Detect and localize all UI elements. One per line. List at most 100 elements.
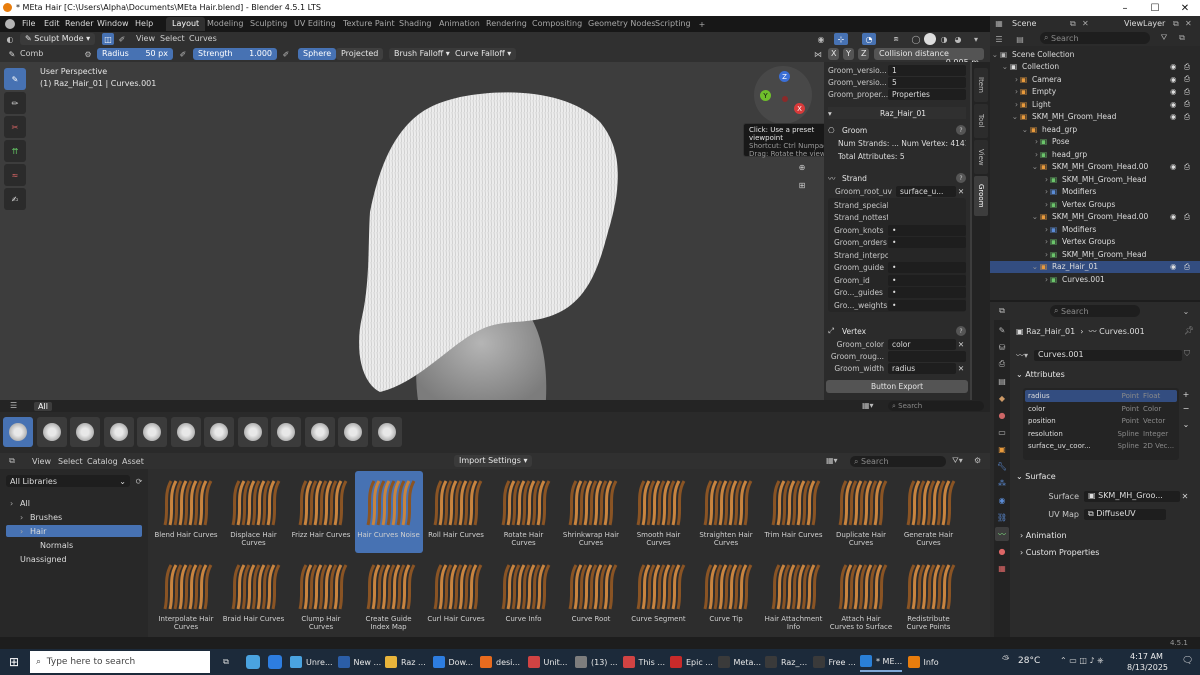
visibility-eye-icon[interactable]: ◉ [1170, 75, 1177, 84]
tab-physics-properties[interactable]: ◉ [995, 493, 1009, 507]
mode-selector[interactable]: ✎ Sculpt Mode ▾ [20, 33, 96, 45]
asset-item[interactable]: Curl Hair Curves [422, 555, 490, 637]
attribute-row[interactable]: surface_uv_coor... Spline 2D Vec... [1025, 440, 1177, 452]
hair-head-model[interactable] [340, 82, 630, 412]
tab-material-properties[interactable]: ● [995, 544, 1009, 558]
shelf-asset-thumb[interactable] [103, 417, 134, 447]
expand-icon[interactable]: › [990, 187, 1050, 196]
visibility-eye-icon[interactable]: ◉ [1170, 112, 1177, 121]
menu-file[interactable]: File [22, 19, 35, 28]
taskbar-app[interactable]: Free ... [812, 652, 856, 672]
catalog-item[interactable]: › Brushes [6, 511, 142, 523]
asset-item[interactable]: Hair Curves Noise [354, 471, 423, 553]
outliner-row[interactable]: ⌄ ▣ SKM_MH_Groom_Head ◉ ⎙ [990, 111, 1200, 124]
outliner-row[interactable]: › ▣ Camera ◉ ⎙ [990, 73, 1200, 86]
tab-tool-properties[interactable]: ✎ [995, 323, 1009, 337]
tab-object-properties[interactable]: ▣ [995, 442, 1009, 456]
tab-scene-properties[interactable]: ◆ [995, 391, 1009, 405]
tab-groom[interactable]: Groom [974, 176, 988, 216]
outliner-row[interactable]: ⌄ ▣ Collection ◉ ⎙ [990, 61, 1200, 74]
add-workspace-icon[interactable]: + [697, 19, 707, 29]
asset-filter-icon[interactable]: ⛛▾ [952, 456, 963, 466]
shading-options-icon[interactable]: ▾ [970, 33, 982, 45]
asset-item[interactable]: Create Guide Index Map [355, 555, 423, 637]
outliner-row[interactable]: ⌄ ▣ SKM_MH_Groom_Head.00 ◉ ⎙ [990, 211, 1200, 224]
workspace-tab-scripting[interactable]: Scripting [649, 17, 697, 31]
shelf-menu-icon[interactable]: ☰ [10, 401, 17, 410]
strand-attribute-field[interactable]: • [888, 224, 966, 236]
catalog-item[interactable]: Normals [6, 539, 142, 551]
tab-render-properties[interactable]: ⛁ [995, 340, 1009, 354]
add-attribute-icon[interactable]: + [1180, 388, 1192, 400]
help-icon[interactable]: ? [956, 173, 966, 183]
brush-falloff-dropdown[interactable]: Brush Falloff ▾ [389, 48, 455, 60]
menu-curves[interactable]: Curves [189, 34, 217, 43]
outliner-row[interactable]: ⌄ ▣ Scene Collection [990, 48, 1200, 61]
tab-item[interactable]: Item [974, 68, 988, 102]
workspace-tab-layout[interactable]: Layout [166, 17, 206, 31]
expand-icon[interactable]: › [990, 275, 1050, 284]
outliner-row[interactable]: › ▣ Curves.001 [990, 273, 1200, 286]
asset-item[interactable]: Attach Hair Curves to Surface [827, 555, 895, 637]
tab-world-properties[interactable]: ● [995, 408, 1009, 422]
shelf-asset-thumb[interactable] [3, 417, 33, 447]
asset-item[interactable]: Hair Attachment Info [760, 555, 828, 637]
options-icon[interactable]: ⌄ [1180, 305, 1192, 317]
groom-width-field[interactable]: radius [888, 362, 956, 374]
workspace-tab-sculpting[interactable]: Sculpting [244, 17, 293, 31]
taskbar-app[interactable]: (13) ... [575, 652, 618, 672]
strand-section-header[interactable]: 〰 Strand? [828, 172, 966, 184]
collision-distance-field[interactable]: Collision distance0.005 m [874, 48, 984, 67]
render-camera-icon[interactable]: ⎙ [1184, 87, 1190, 97]
asset-item[interactable]: Roll Hair Curves [422, 471, 490, 553]
wireframe-shading-icon[interactable]: ◯ [910, 33, 922, 45]
workspace-tab-compositing[interactable]: Compositing [526, 17, 588, 31]
visibility-eye-icon[interactable]: ◉ [1170, 87, 1177, 96]
gizmo-axis-y[interactable]: Y [760, 90, 771, 101]
asset-item[interactable]: Redistribute Curve Points [895, 555, 963, 637]
workspace-tab-animation[interactable]: Animation [433, 17, 486, 31]
expand-icon[interactable]: › [990, 175, 1050, 184]
groom-root-uv-field[interactable]: surface_u... [896, 185, 956, 197]
clear-icon[interactable]: ✕ [956, 340, 966, 349]
grow-tool[interactable]: ⇈ [4, 140, 26, 162]
outliner-row[interactable]: › ▣ SKM_MH_Groom_Head [990, 173, 1200, 186]
display-mode-icon[interactable]: ▤ [1014, 33, 1026, 45]
taskbar-search-input[interactable]: ⌕ Type here to search [30, 651, 210, 673]
asset-item[interactable]: Interpolate Hair Curves [152, 555, 220, 637]
attributes-panel-header[interactable]: ⌄ Attributes [1016, 370, 1196, 379]
outliner-row[interactable]: ⌄ ▣ SKM_MH_Groom_Head.00 ◉ ⎙ [990, 161, 1200, 174]
tab-constraint-properties[interactable]: ⛓︎ [995, 510, 1009, 524]
edge-icon[interactable] [268, 655, 282, 669]
pin-icon[interactable]: 📌︎ [1184, 326, 1194, 335]
gizmo-neg-x[interactable] [782, 96, 788, 102]
outliner-row[interactable]: › ▣ Vertex Groups [990, 198, 1200, 211]
tab-data-properties[interactable]: 〰 [995, 527, 1009, 541]
tab-particles-properties[interactable]: ⁂ [995, 476, 1009, 490]
asset-menu-view[interactable]: View [32, 457, 51, 466]
shelf-asset-thumb[interactable] [137, 417, 167, 447]
copilot-icon[interactable] [246, 655, 260, 669]
shelf-asset-thumb[interactable] [338, 417, 368, 447]
attribute-row[interactable]: color Point Color [1025, 403, 1177, 415]
asset-item[interactable]: Braid Hair Curves [220, 555, 288, 637]
rendered-shading-icon[interactable]: ◕ [952, 33, 964, 45]
shelf-asset-thumb[interactable] [204, 417, 234, 447]
camera-view-icon[interactable]: ⊞ [795, 178, 809, 192]
expand-icon[interactable]: › [990, 237, 1050, 246]
selection-paint-icon[interactable]: ✐ [116, 33, 128, 45]
asset-editor-icon[interactable]: ⧉ [6, 455, 18, 467]
asset-item[interactable]: Straighten Hair Curves [692, 471, 760, 553]
windows-start-icon[interactable]: ⊞ [6, 654, 22, 670]
data-block-name[interactable]: Curves.001 [1034, 349, 1182, 361]
material-preview-icon[interactable]: ◑ [938, 33, 950, 45]
clear-icon[interactable]: ✕ [1180, 492, 1190, 501]
minimize-button[interactable]: – [1110, 0, 1140, 16]
curve-falloff-dropdown[interactable]: Curve Falloff ▾ [450, 48, 517, 60]
menu-select[interactable]: Select [160, 34, 185, 43]
outliner-row[interactable]: › ▣ SKM_MH_Groom_Head [990, 248, 1200, 261]
taskbar-app[interactable]: desi... [480, 652, 520, 672]
new-scene-icon[interactable]: ⧉ [1070, 19, 1076, 29]
strand-attribute-field[interactable]: • [888, 299, 966, 311]
library-selector[interactable]: All Libraries ⌄ [6, 475, 130, 487]
